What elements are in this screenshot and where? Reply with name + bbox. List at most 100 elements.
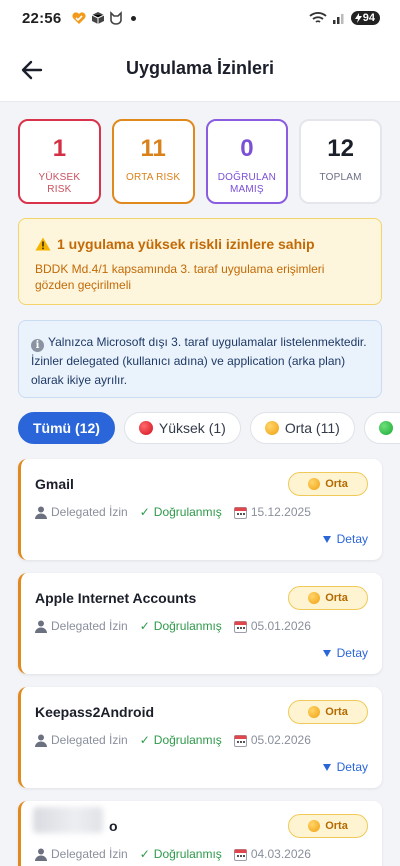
stat-total[interactable]: 12 TOPLAM — [299, 119, 382, 204]
checkmark-icon: ✓ — [139, 619, 150, 633]
risk-label: Orta — [325, 478, 348, 490]
stat-value: 11 — [140, 135, 166, 162]
cat-notification-icon — [110, 11, 123, 25]
filter-high[interactable]: Yüksek (1) — [123, 412, 241, 444]
orange-circle-icon — [264, 421, 279, 435]
app-date: 15.12.2025 — [250, 505, 311, 519]
app-name: Gmail — [35, 476, 74, 492]
app-meta: Delegated İzin ✓ Doğrulanmış 05.02.2026 — [35, 733, 311, 747]
checkmark-icon: ✓ — [139, 847, 150, 861]
green-circle-icon — [378, 421, 393, 435]
back-button[interactable] — [18, 56, 46, 84]
warning-body: BDDK Md.4/1 kapsamında 3. taraf uygulama… — [35, 262, 325, 292]
permission-type: Delegated İzin — [51, 505, 128, 519]
user-icon — [35, 506, 47, 519]
stat-value: 0 — [240, 135, 254, 162]
permission-type: Delegated İzin — [51, 733, 128, 747]
warning-banner: 1 uygulama yüksek riskli izinlere sahip … — [18, 218, 382, 305]
stat-value: 1 — [52, 135, 67, 162]
filter-all[interactable]: Tümü (12) — [18, 412, 115, 444]
chip-label: Yüksek (1) — [158, 420, 226, 436]
wifi-icon — [309, 12, 327, 23]
detail-label: Detay — [336, 760, 368, 774]
risk-badge: Orta — [288, 472, 368, 496]
arrow-left-icon — [21, 60, 43, 80]
checkmark-icon: ✓ — [139, 733, 150, 747]
app-meta: Delegated İzin ✓ Doğrulanmış 15.12.2025 — [35, 505, 311, 519]
checkmark-icon: ✓ — [139, 505, 150, 519]
filter-low[interactable] — [363, 412, 400, 444]
app-card[interactable]: Keepass2Android Orta Delegated İzin ✓ Doğ… — [18, 687, 382, 788]
triangle-down-icon — [322, 763, 331, 771]
info-icon: i — [31, 339, 44, 352]
stat-label: DOĞRULAN MAMIŞ — [217, 172, 277, 195]
verification-status: Doğrulanmış — [153, 505, 222, 519]
stat-label: ORTA RISK — [126, 172, 181, 183]
verification-status: Doğrulanmış — [153, 619, 222, 633]
info-banner: i Yalnızca Microsoft dışı 3. taraf uygula… — [18, 320, 382, 398]
risk-badge: Orta — [288, 700, 368, 724]
chip-label: Tümü (12) — [33, 420, 100, 436]
detail-toggle[interactable]: Detay — [322, 760, 368, 774]
app-date: 05.02.2026 — [250, 733, 311, 747]
app-card[interactable]: Gmail Orta Delegated İzin ✓ Doğrulanmış 1… — [18, 459, 382, 560]
heart-notification-icon — [72, 12, 86, 24]
red-circle-icon — [138, 421, 153, 435]
app-meta: Delegated İzin ✓ Doğrulanmış 04.03.2026 — [35, 847, 311, 861]
app-name: Keepass2Android — [35, 704, 155, 720]
orange-circle-icon — [308, 478, 321, 490]
permission-type: Delegated İzin — [51, 619, 128, 633]
verification-status: Doğrulanmış — [153, 733, 222, 747]
stats-row: 1 YÜKSEK RISK 11 ORTA RISK 0 DOĞRULAN MAMI… — [0, 102, 400, 204]
triangle-down-icon — [322, 649, 331, 657]
orange-circle-icon — [308, 820, 321, 832]
warning-icon — [35, 237, 51, 251]
filter-chips: Tümü (12) Yüksek (1) Orta (11) — [0, 398, 400, 444]
stat-value: 12 — [327, 135, 354, 162]
app-name: o — [109, 818, 118, 834]
battery-indicator: 94 — [350, 11, 380, 25]
triangle-down-icon — [322, 535, 331, 543]
risk-badge: Orta — [288, 814, 368, 838]
risk-label: Orta — [325, 592, 348, 604]
calendar-icon — [233, 734, 247, 747]
stat-unverified[interactable]: 0 DOĞRULAN MAMIŞ — [205, 119, 289, 204]
stat-label: YÜKSEK RISK — [38, 172, 81, 195]
risk-label: Orta — [325, 706, 348, 718]
risk-badge: Orta — [288, 586, 368, 610]
detail-label: Detay — [336, 646, 368, 660]
signal-icon — [332, 14, 344, 24]
warning-title: 1 uygulama yüksek riskli izinlere sahip — [57, 236, 315, 252]
verification-status: Doğrulanmış — [153, 847, 222, 861]
redacted-name — [33, 807, 103, 833]
orange-circle-icon — [308, 706, 321, 718]
user-icon — [35, 734, 47, 747]
user-icon — [35, 848, 47, 861]
detail-toggle[interactable]: Detay — [322, 532, 368, 546]
status-time: 22:56 — [22, 9, 62, 27]
user-icon — [35, 620, 47, 633]
calendar-icon — [233, 620, 247, 633]
risk-label: Orta — [325, 820, 348, 832]
app-list: Gmail Orta Delegated İzin ✓ Doğrulanmış 1… — [0, 444, 400, 866]
box-notification-icon — [92, 12, 105, 24]
stat-high-risk[interactable]: 1 YÜKSEK RISK — [18, 119, 101, 204]
battery-level: 94 — [362, 12, 375, 24]
filter-medium[interactable]: Orta (11) — [249, 412, 355, 444]
orange-circle-icon — [308, 592, 321, 604]
detail-toggle[interactable]: Detay — [322, 646, 368, 660]
charging-icon — [354, 13, 362, 23]
calendar-icon — [233, 506, 247, 519]
app-date: 05.01.2026 — [250, 619, 311, 633]
notification-dot-icon — [131, 15, 137, 21]
calendar-icon — [233, 848, 247, 861]
app-card[interactable]: o Orta Delegated İzin ✓ Doğrulanmış 04.03… — [18, 801, 382, 866]
detail-label: Detay — [336, 532, 368, 546]
app-card[interactable]: Apple Internet Accounts Orta Delegated İ… — [18, 573, 382, 674]
stat-label: TOPLAM — [319, 172, 362, 183]
page-title: Uygulama İzinleri — [125, 58, 275, 78]
info-text: Yalnızca Microsoft dışı 3. taraf uygulam… — [31, 335, 367, 387]
permission-type: Delegated İzin — [51, 847, 128, 861]
app-name: Apple Internet Accounts — [35, 590, 197, 606]
stat-medium-risk[interactable]: 11 ORTA RISK — [111, 119, 195, 204]
